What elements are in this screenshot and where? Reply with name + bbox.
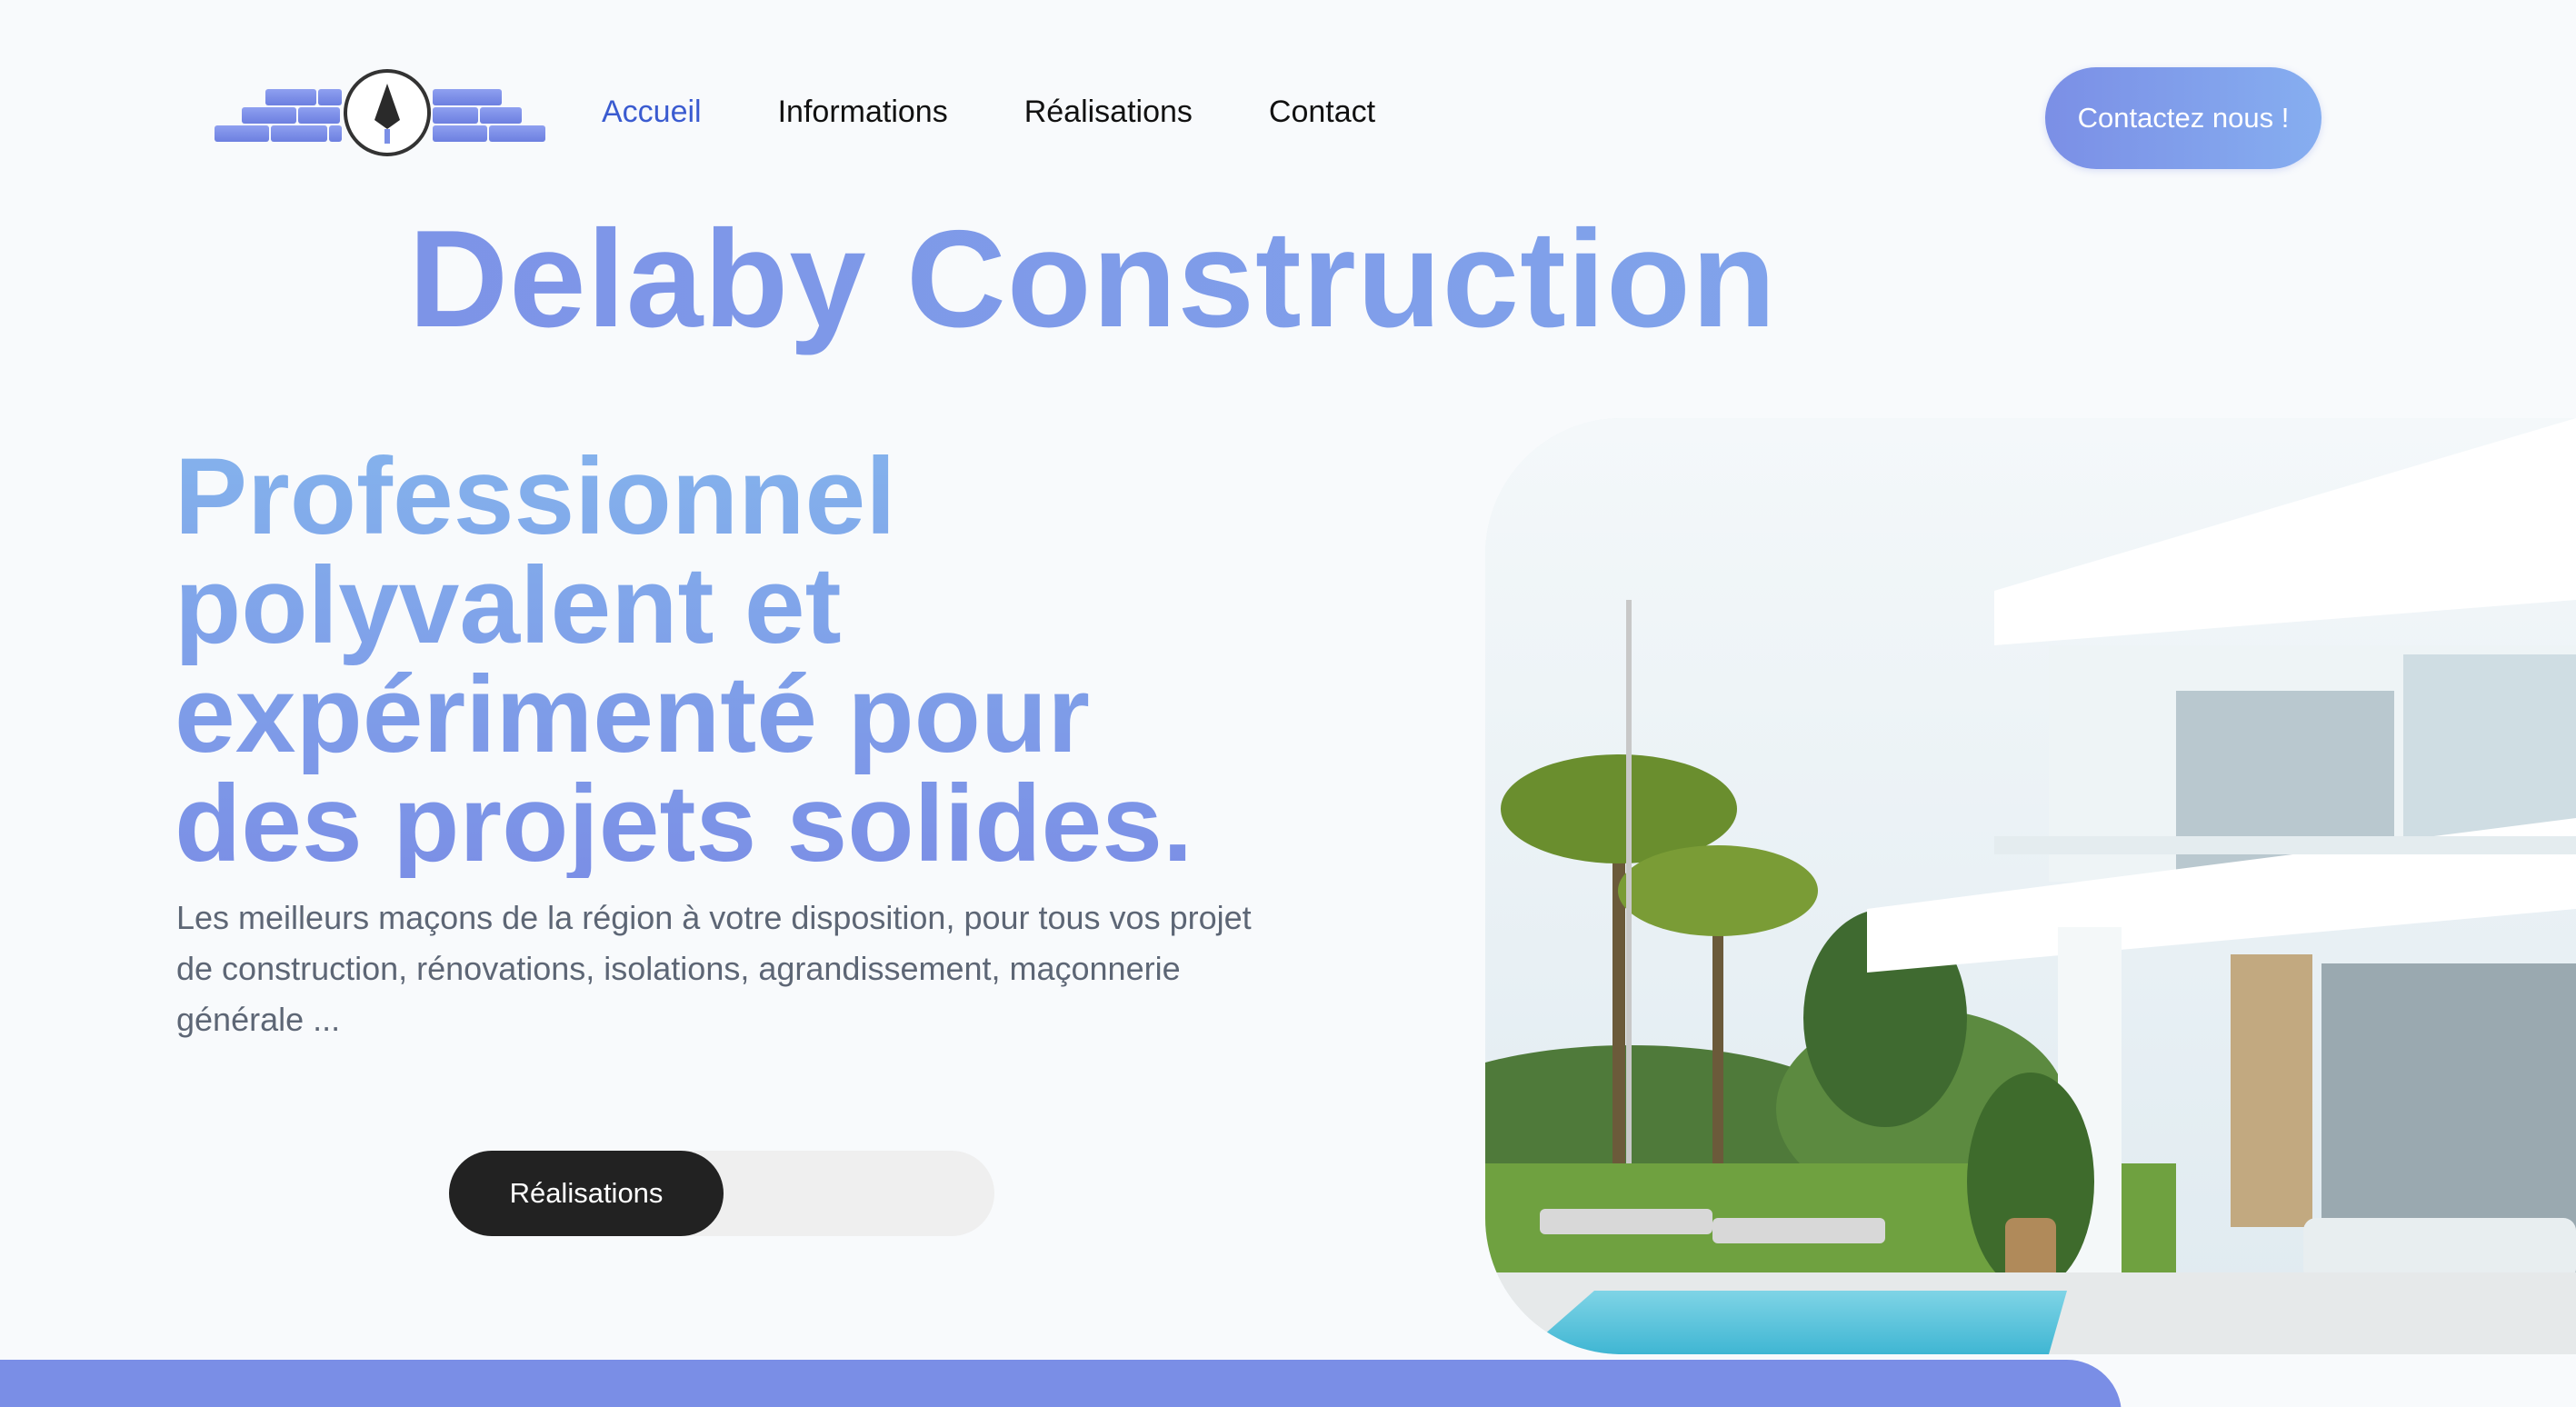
trowel-brick-logo-icon: [215, 69, 545, 156]
logo[interactable]: [215, 64, 560, 162]
brand-title: Delaby Construction: [0, 200, 2576, 359]
hero-description: Les meilleurs maçons de la région à votr…: [176, 899, 1252, 1038]
nav-item-realisations[interactable]: Réalisations: [1024, 95, 1193, 130]
nav-item-accueil[interactable]: Accueil: [602, 95, 702, 130]
bottom-section-bar: [0, 1360, 2122, 1407]
hero-heading-line: Professionnel: [175, 435, 896, 557]
hero-heading-line: expérimenté pour: [175, 654, 1090, 775]
contact-cta-button[interactable]: Contactez nous !: [2045, 67, 2321, 169]
nav-item-informations[interactable]: Informations: [778, 95, 948, 130]
hero-heading-line: polyvalent et: [175, 544, 842, 666]
hero-heading: Professionnel polyvalent et expérimenté …: [175, 442, 1356, 878]
realisations-toggle-button[interactable]: Réalisations: [449, 1151, 724, 1236]
hero-image: [1485, 418, 2576, 1354]
villa-photo-icon: [1485, 418, 2576, 1354]
page: Accueil Informations Réalisations Contac…: [0, 0, 2576, 1407]
main-nav: Accueil Informations Réalisations Contac…: [602, 95, 1375, 130]
hero-heading-line: des projets solides.: [175, 763, 1193, 884]
nav-item-contact[interactable]: Contact: [1269, 95, 1375, 130]
